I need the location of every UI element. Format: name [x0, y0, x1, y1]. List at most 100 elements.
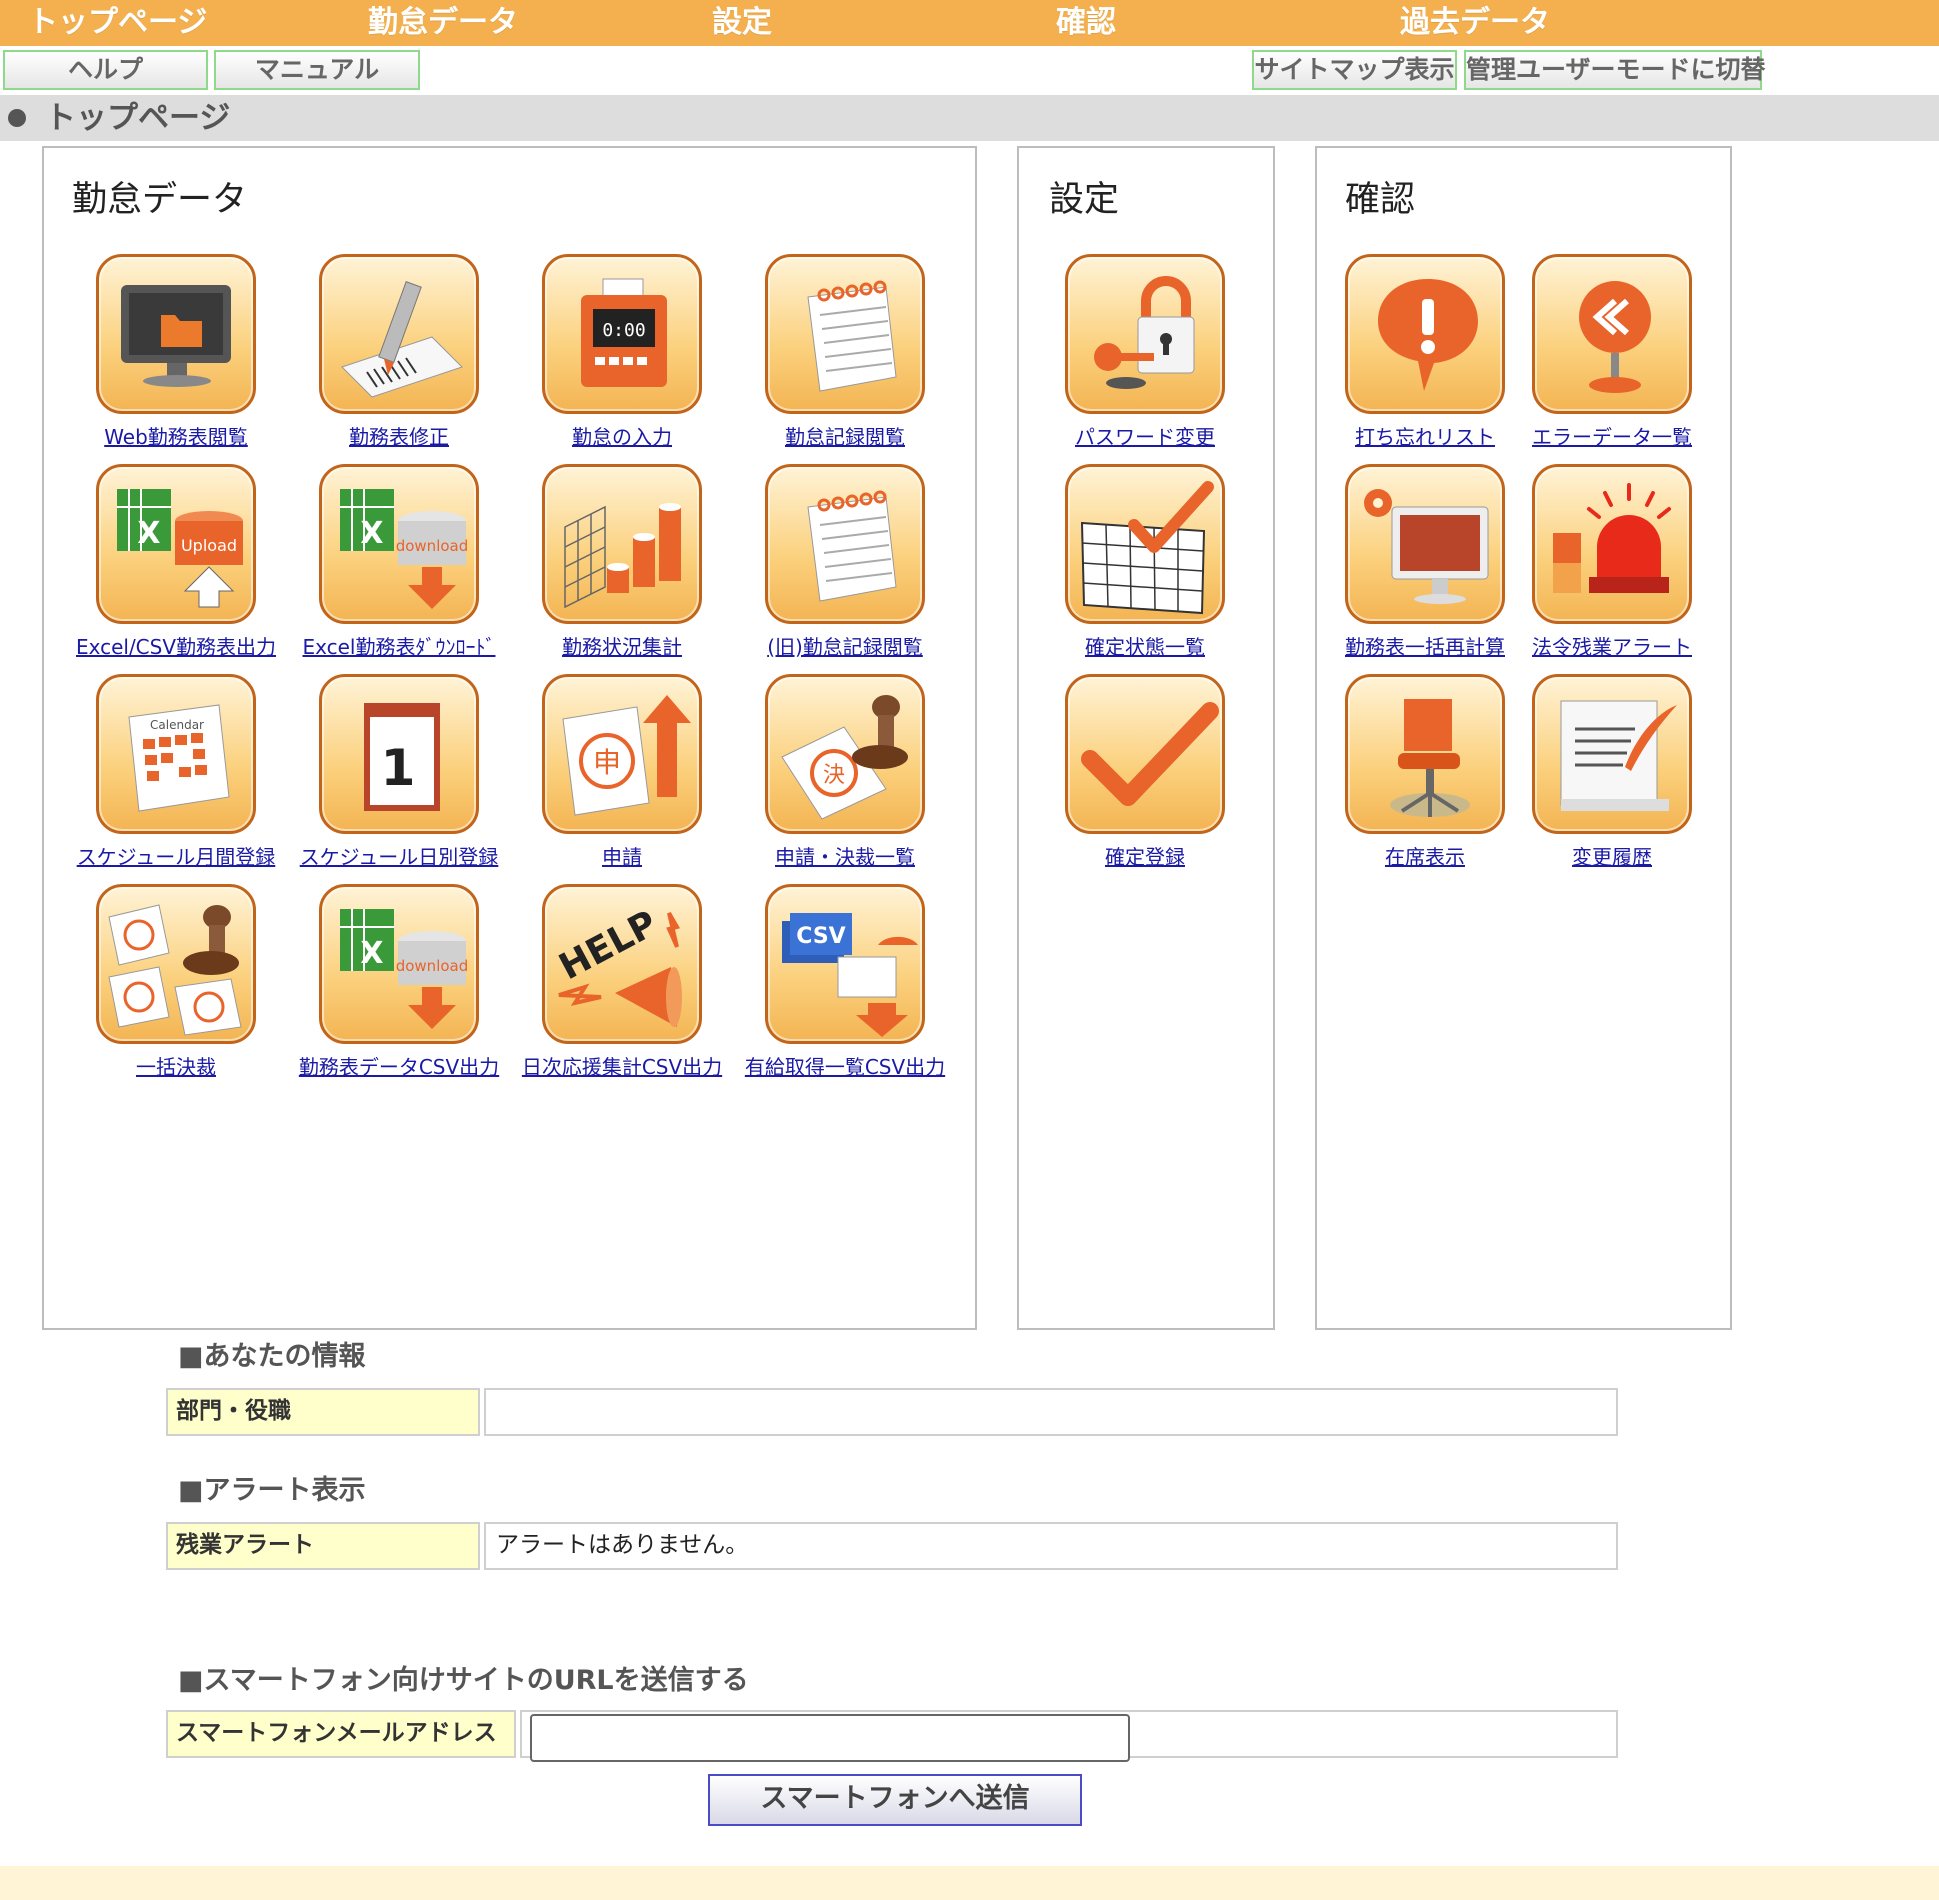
notepad-icon	[765, 254, 925, 414]
kessai-text: 決	[823, 763, 845, 788]
tile-paid-leave-csv[interactable]: CSV 有給取得一覧CSV出力	[721, 884, 945, 1084]
tile-excel-download[interactable]: X download Excel勤務表ﾀﾞｳﾝﾛｰﾄﾞ	[275, 464, 495, 664]
tile-old-attendance-records[interactable]: (旧)勤怠記録閲覧	[721, 464, 925, 664]
tile-label[interactable]: 変更履歴	[1478, 844, 1746, 870]
overtime-alert-value: アラートはありません。	[484, 1522, 1618, 1570]
smartphone-email-input[interactable]	[530, 1714, 1130, 1762]
tile-timesheet-edit[interactable]: 勤務表修正	[275, 254, 479, 454]
help-button[interactable]: ヘルプ	[3, 50, 208, 90]
help-text: HELP	[553, 903, 664, 988]
top-nav-bar: トップページ 勤怠データ 設定 確認 過去データ	[0, 0, 1939, 46]
checkmark-icon	[1065, 674, 1225, 834]
application-document-icon: 申	[542, 674, 702, 834]
tile-schedule-daily[interactable]: 1 スケジュール日別登録	[275, 674, 498, 874]
tile-application-approval-list[interactable]: 決 申請・決裁一覧	[721, 674, 925, 874]
tile-label[interactable]: (旧)勤怠記録閲覧	[711, 634, 979, 660]
bullet-icon	[8, 109, 26, 127]
tile-confirmed-status-list[interactable]: 確定状態一覧	[1021, 464, 1225, 664]
email-label: スマートフォンメールアドレス	[166, 1710, 516, 1758]
gear-monitor-icon	[1345, 464, 1505, 624]
nav-confirm[interactable]: 確認	[1056, 4, 1116, 42]
grid-check-icon	[1065, 464, 1225, 624]
excel-text: X	[360, 936, 383, 971]
lock-key-icon	[1065, 254, 1225, 414]
dept-label: 部門・役職	[166, 1388, 480, 1436]
notepad-icon	[765, 464, 925, 624]
help-megaphone-icon: HELP	[542, 884, 702, 1044]
tile-excel-csv-output[interactable]: X Upload Excel/CSV勤務表出力	[52, 464, 276, 664]
admin-mode-button[interactable]: 管理ユーザーモードに切替	[1464, 50, 1766, 90]
confirm-panel: 確認 打ち忘れリスト エラーデータ一覧 勤務表一括再計算 法令残業アラート 在席…	[1315, 146, 1732, 1330]
tile-attendance-records[interactable]: 勤怠記録閲覧	[721, 254, 925, 454]
tile-schedule-monthly[interactable]: Calendar スケジュール月間登録	[52, 674, 275, 874]
tile-presence-display[interactable]: 在席表示	[1301, 674, 1505, 874]
nav-settings[interactable]: 設定	[712, 4, 772, 42]
tile-timesheet-recalc[interactable]: 勤務表一括再計算	[1301, 464, 1505, 664]
monthly-calendar-icon: Calendar	[96, 674, 256, 834]
excel-download-icon: X download	[319, 884, 479, 1044]
tile-error-data-list[interactable]: エラーデータ一覧	[1488, 254, 1692, 454]
time-recorder-icon: 0:00	[542, 254, 702, 414]
barcode-pen-icon	[319, 254, 479, 414]
smartphone-heading: ■スマートフォン向けサイトのURLを送信する	[178, 1665, 749, 1696]
alert-bubble-icon	[1345, 254, 1505, 414]
sitemap-button[interactable]: サイトマップ表示	[1252, 50, 1457, 90]
upload-text: Upload	[181, 536, 237, 555]
scroll-quill-icon	[1532, 674, 1692, 834]
nav-attendance-data[interactable]: 勤怠データ	[368, 4, 518, 42]
shin-text: 申	[593, 746, 621, 779]
tile-password-change[interactable]: パスワード変更	[1021, 254, 1225, 454]
siren-icon	[1532, 464, 1692, 624]
excel-upload-icon: X Upload	[96, 464, 256, 624]
tile-confirm-registration[interactable]: 確定登録	[1021, 674, 1225, 874]
attendance-panel: 勤怠データ Web勤務表閲覧 勤務表修正 0:00 勤怠の入力 勤怠記録閲覧 X…	[42, 146, 977, 1330]
daily-calendar-icon: 1	[319, 674, 479, 834]
day-text: 1	[381, 739, 416, 797]
csv-text: CSV	[796, 924, 845, 949]
nav-past-data[interactable]: 過去データ	[1400, 4, 1550, 42]
footer-band	[0, 1866, 1939, 1900]
page-title-bar: トップページ	[0, 95, 1939, 141]
alert-heading: ■アラート表示	[178, 1475, 366, 1506]
attendance-heading: 勤怠データ	[72, 180, 248, 220]
page-title: トップページ	[45, 100, 231, 136]
tile-label[interactable]: 申請・決裁一覧	[711, 844, 979, 870]
nav-top-page[interactable]: トップページ	[28, 4, 207, 42]
tile-change-history[interactable]: 変更履歴	[1488, 674, 1692, 874]
overtime-alert-label: 残業アラート	[166, 1522, 480, 1570]
tile-overtime-alert[interactable]: 法令残業アラート	[1488, 464, 1692, 664]
error-sign-icon	[1532, 254, 1692, 414]
tile-web-timesheet[interactable]: Web勤務表閲覧	[52, 254, 256, 454]
tile-label[interactable]: 有給取得一覧CSV出力	[711, 1054, 979, 1080]
confirm-heading: 確認	[1345, 180, 1416, 220]
tile-application[interactable]: 申 申請	[498, 674, 702, 874]
tile-label[interactable]: エラーデータ一覧	[1478, 424, 1746, 450]
excel-download-icon: X download	[319, 464, 479, 624]
download-text: download	[396, 957, 469, 975]
manual-button[interactable]: マニュアル	[214, 50, 420, 90]
tile-timesheet-csv-output[interactable]: X download 勤務表データCSV出力	[275, 884, 499, 1084]
excel-text: X	[137, 516, 160, 551]
send-to-smartphone-button[interactable]: スマートフォンへ送信	[708, 1774, 1082, 1826]
tile-attendance-input[interactable]: 0:00 勤怠の入力	[498, 254, 702, 454]
settings-panel: 設定 パスワード変更 確定状態一覧 確定登録	[1017, 146, 1275, 1330]
download-text: download	[396, 537, 469, 555]
settings-heading: 設定	[1049, 180, 1120, 220]
tile-label[interactable]: 法令残業アラート	[1478, 634, 1746, 660]
tile-daily-support-csv[interactable]: HELP 日次応援集計CSV出力	[498, 884, 722, 1084]
calendar-text: Calendar	[150, 718, 204, 732]
your-info-heading: ■あなたの情報	[178, 1341, 366, 1372]
office-chair-icon	[1345, 674, 1505, 834]
dept-value	[484, 1388, 1618, 1436]
csv-vacation-icon: CSV	[765, 884, 925, 1044]
monitor-folder-icon	[96, 254, 256, 414]
tile-bulk-approval[interactable]: 一括決裁	[52, 884, 256, 1084]
tile-label[interactable]: 確定状態一覧	[1011, 634, 1279, 660]
excel-text: X	[360, 516, 383, 551]
bar-chart-3d-icon	[542, 464, 702, 624]
tile-label[interactable]: 勤怠記録閲覧	[711, 424, 979, 450]
tile-label[interactable]: パスワード変更	[1011, 424, 1279, 450]
tile-work-summary[interactable]: 勤務状況集計	[498, 464, 702, 664]
tile-label[interactable]: 確定登録	[1011, 844, 1279, 870]
tile-missed-punch-list[interactable]: 打ち忘れリスト	[1301, 254, 1505, 454]
